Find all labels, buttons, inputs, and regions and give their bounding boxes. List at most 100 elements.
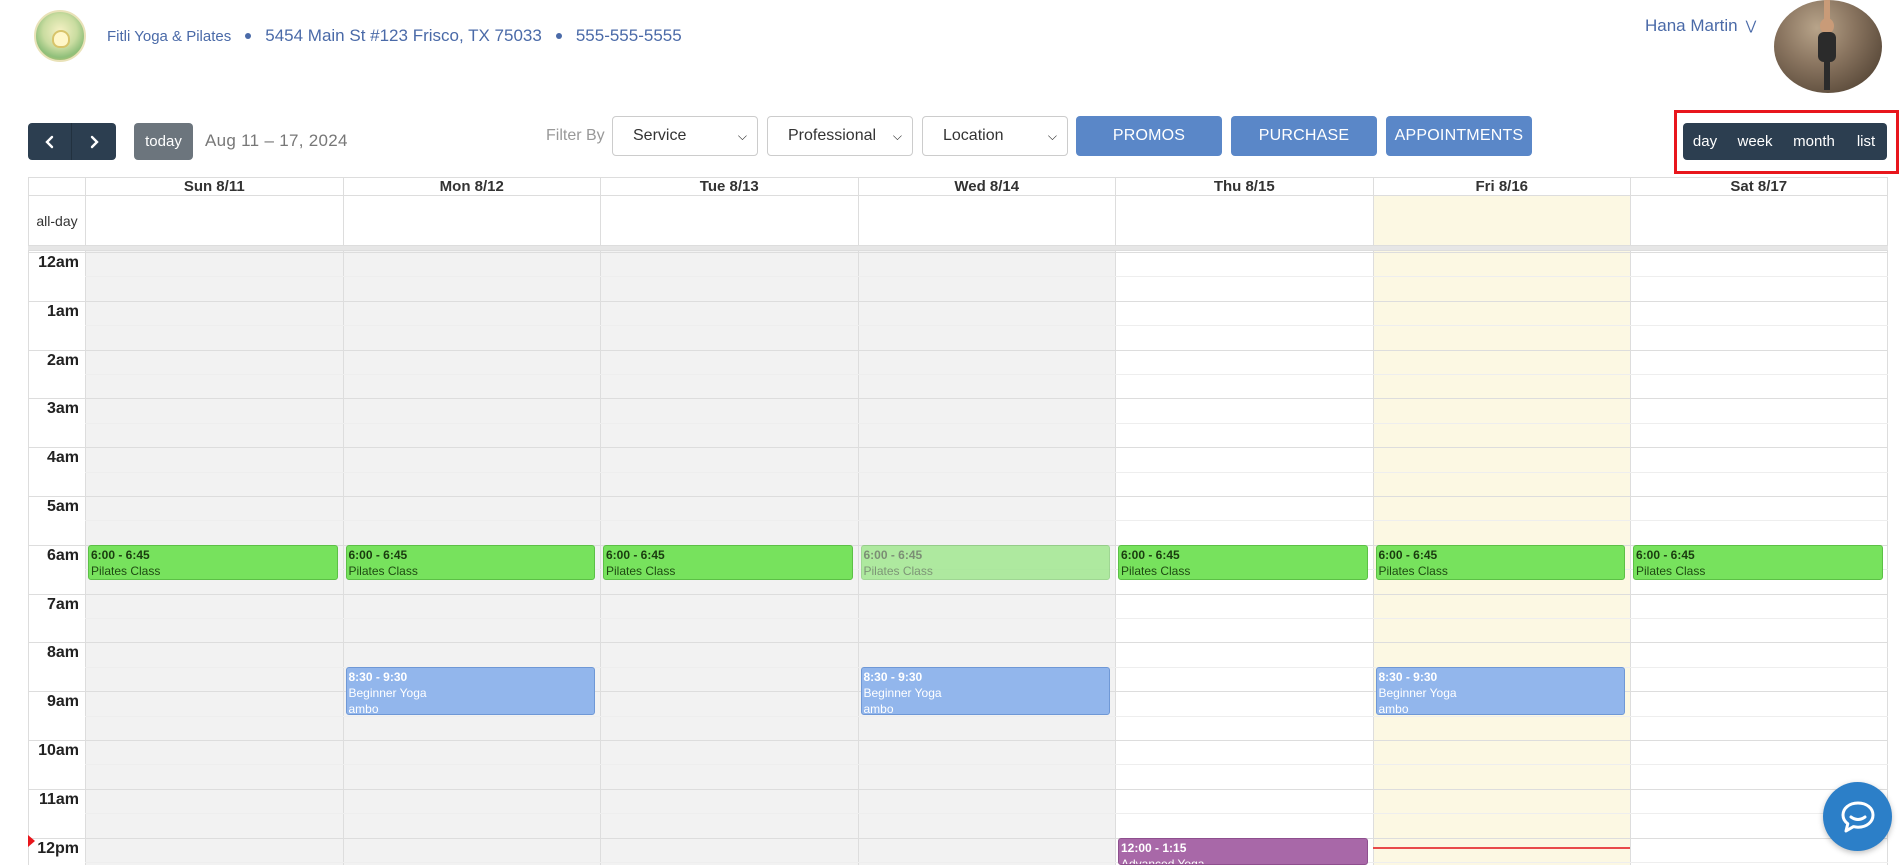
hour-label: 6am [46, 546, 79, 564]
calendar-event[interactable]: 6:00 - 6:45 Pilates Class [345, 544, 595, 581]
separator-dot [555, 33, 562, 39]
event-time: 6:00 - 6:45 [1378, 547, 1438, 562]
all-day-cell[interactable] [85, 196, 343, 246]
event-time: 6:00 - 6:45 [863, 547, 923, 562]
prev-button[interactable] [28, 123, 72, 160]
hour-line [28, 349, 1888, 351]
avatar-figure-arm [1824, 0, 1830, 20]
promos-button[interactable]: PROMOS [1076, 116, 1222, 156]
next-button[interactable] [72, 123, 116, 160]
user-avatar[interactable] [1774, 0, 1882, 93]
all-day-cell[interactable] [342, 196, 600, 246]
date-range-title: Aug 11 – 17, 2024 [205, 131, 348, 150]
hour-line [28, 788, 1888, 790]
prev-next-group [28, 123, 116, 160]
hour-label: 7am [46, 595, 79, 613]
event-time: 6:00 - 6:45 [1121, 547, 1180, 562]
all-day-label: all-day [28, 196, 85, 246]
event-title: Pilates Class [606, 563, 676, 578]
day-header: Tue 8/13 [600, 177, 858, 196]
hour-label: 5am [46, 498, 79, 515]
double-chevron-down-icon: ⋁ [1745, 18, 1757, 33]
half-hour-line [85, 764, 1888, 766]
all-day-cell[interactable] [600, 196, 858, 246]
event-title: Pilates Class [1378, 563, 1448, 578]
calendar-event[interactable]: 8:30 - 9:30 Beginner Yoga ambo [1375, 666, 1625, 715]
event-title: Pilates Class [1636, 563, 1706, 578]
business-address[interactable]: 5454 Main St #123 Frisco, TX 75033 [265, 26, 542, 46]
calendar-event[interactable]: 6:00 - 6:45 Pilates Class [603, 544, 853, 581]
user-menu[interactable]: Hana Martin ⋁ [1645, 16, 1756, 36]
hour-line [28, 300, 1888, 302]
calendar-event[interactable]: 8:30 - 9:30 Beginner Yoga ambo [345, 666, 595, 715]
service-filter-value: Service [633, 127, 687, 144]
appointments-button[interactable]: APPOINTMENTS [1386, 116, 1532, 156]
half-hour-line [85, 374, 1888, 375]
separator-dot [245, 33, 252, 39]
now-indicator-line [1372, 847, 1630, 850]
view-month-button[interactable]: month [1783, 123, 1845, 160]
event-time: 6:00 - 6:45 [348, 547, 408, 562]
hour-label: 1am [46, 302, 79, 320]
chat-bubble-icon [1841, 801, 1874, 832]
day-header: Thu 8/15 [1115, 177, 1373, 196]
now-indicator-arrow [28, 835, 35, 848]
time-grid: 12am 1am 2am 3am 4am 5am 6am 7am 8am 9am 10am 11am 1… [28, 251, 1888, 865]
hour-line [28, 398, 1888, 400]
hour-label: 10am [38, 742, 79, 759]
half-hour-line [85, 325, 1888, 327]
event-title: Pilates Class [91, 563, 161, 578]
hour-label: 12am [38, 254, 79, 271]
event-time: 8:30 - 9:30 [1378, 669, 1438, 684]
half-hour-line [85, 422, 1888, 424]
calendar-event[interactable]: 6:00 - 6:45 Pilates Class [1633, 544, 1883, 581]
today-button[interactable]: today [134, 123, 193, 160]
view-list-button[interactable]: list [1845, 123, 1887, 160]
professional-filter-select[interactable]: Professional ⌵ [767, 116, 913, 156]
day-header: Sat 8/17 [1630, 177, 1888, 196]
calendar-event[interactable]: 6:00 - 6:45 Pilates Class [860, 544, 1110, 581]
calendar-event[interactable]: 6:00 - 6:45 Pilates Class [1375, 544, 1625, 581]
hour-line [28, 740, 1888, 741]
business-logo[interactable] [34, 10, 86, 62]
hour-label: 11am [38, 790, 79, 808]
half-hour-line [85, 715, 1888, 717]
professional-filter-value: Professional [788, 127, 877, 144]
hour-line [28, 593, 1888, 595]
all-day-cell[interactable] [857, 196, 1115, 246]
purchase-button[interactable]: PURCHASE [1231, 116, 1377, 156]
view-week-button[interactable]: week [1727, 123, 1783, 160]
chevron-left-icon [44, 135, 53, 148]
calendar-event[interactable]: 6:00 - 6:45 Pilates Class [88, 544, 338, 581]
view-day-button[interactable]: day [1683, 123, 1727, 160]
event-time: 6:00 - 6:45 [1636, 547, 1695, 562]
all-day-cell[interactable] [1630, 196, 1888, 246]
half-hour-line [85, 862, 1888, 863]
hour-label: 9am [46, 693, 79, 711]
all-day-cell[interactable] [1372, 196, 1630, 246]
calendar-event[interactable]: 8:30 - 9:30 Beginner Yoga ambo [860, 666, 1110, 715]
chat-button[interactable] [1823, 782, 1892, 851]
hour-line [28, 496, 1888, 497]
calendar-event[interactable]: 6:00 - 6:45 Pilates Class [1118, 544, 1368, 581]
half-hour-line [85, 471, 1888, 473]
location-filter-select[interactable]: Location ⌵ [922, 116, 1068, 156]
event-subtitle: ambo [863, 701, 894, 715]
event-title: Beginner Yoga [1378, 685, 1457, 700]
all-day-cell[interactable] [1115, 196, 1373, 246]
avatar-figure-body [1818, 32, 1836, 62]
event-subtitle: ambo [1378, 701, 1409, 715]
hour-label: 12pm [37, 839, 79, 857]
user-name-label: Hana Martin [1645, 16, 1738, 35]
chevron-down-icon: ⌵ [892, 128, 902, 143]
half-hour-line [85, 618, 1888, 619]
calendar-event[interactable]: 12:00 - 1:15 Advanced Yoga [1118, 837, 1368, 865]
business-phone[interactable]: 555-555-5555 [576, 26, 682, 46]
service-filter-select[interactable]: Service ⌵ [612, 116, 758, 156]
business-name[interactable]: Fitli Yoga & Pilates [107, 28, 231, 45]
hour-line [28, 837, 1888, 839]
avatar-figure-leg [1824, 60, 1830, 90]
event-title: Pilates Class [348, 563, 418, 578]
event-title: Beginner Yoga [348, 685, 427, 700]
event-subtitle: ambo [348, 701, 379, 715]
